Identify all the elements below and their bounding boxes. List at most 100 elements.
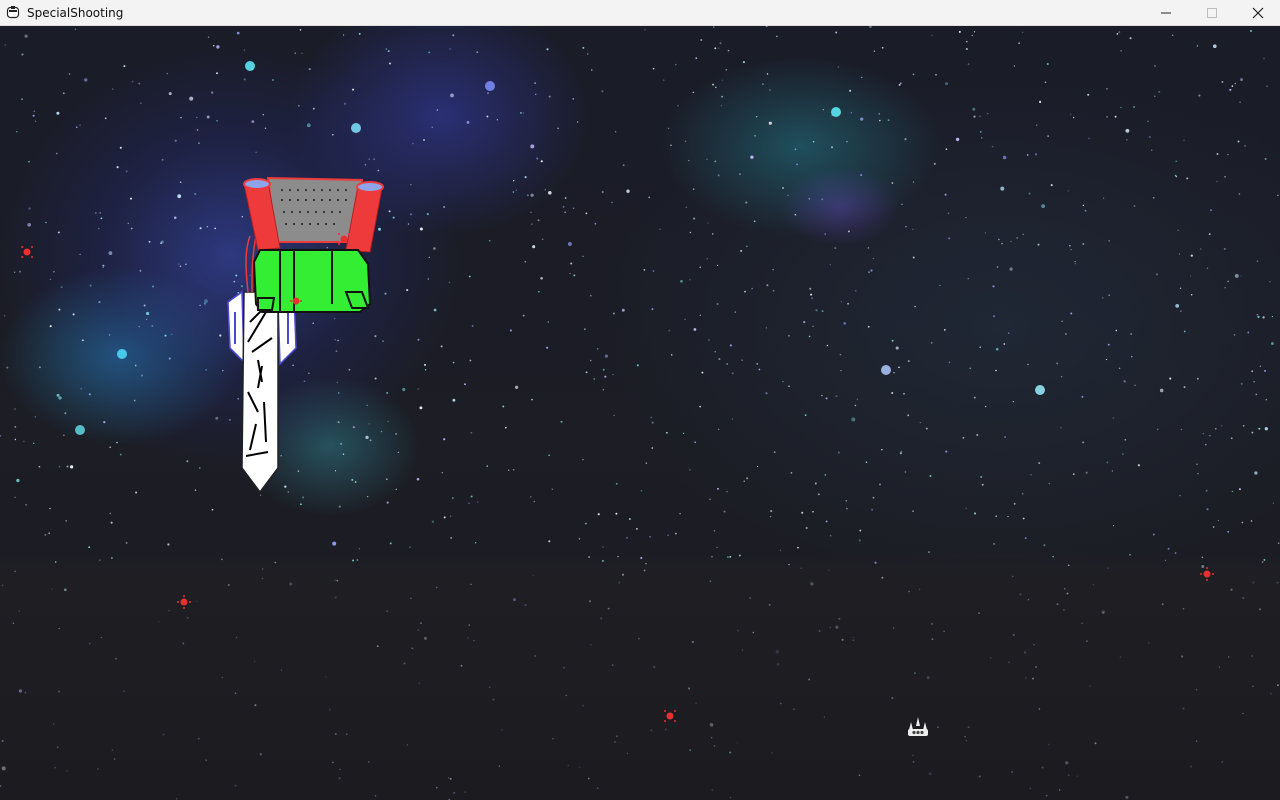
star: [731, 418, 733, 420]
star: [68, 73, 71, 75]
star: [887, 119, 890, 122]
star: [782, 380, 784, 383]
star: [1209, 435, 1211, 437]
star: [56, 393, 60, 397]
minimize-button[interactable]: [1143, 0, 1189, 26]
star: [221, 676, 224, 679]
star: [1112, 417, 1114, 419]
star: [810, 582, 814, 586]
star: [666, 431, 668, 434]
star: [1252, 685, 1254, 688]
star: [826, 344, 829, 347]
star: [6, 366, 9, 369]
star: [839, 353, 842, 356]
star: [821, 394, 823, 397]
star: [677, 104, 679, 107]
maximize-button[interactable]: [1189, 0, 1235, 26]
star: [467, 637, 469, 639]
star: [557, 127, 559, 130]
star: [847, 230, 850, 233]
star: [878, 113, 881, 115]
star: [89, 642, 91, 645]
app-icon: [6, 6, 20, 19]
star: [578, 766, 581, 769]
star: [280, 669, 283, 671]
star: [1195, 688, 1198, 691]
star: [588, 556, 590, 558]
star: [636, 528, 638, 530]
star: [301, 52, 303, 54]
star: [58, 396, 62, 400]
star: [127, 222, 129, 225]
star: [1152, 533, 1155, 536]
star: [306, 123, 311, 128]
star: [900, 450, 903, 453]
star: [1259, 365, 1261, 367]
star: [102, 264, 105, 267]
star: [745, 201, 748, 204]
star: [1227, 153, 1229, 156]
star: [1052, 555, 1054, 558]
star: [782, 187, 784, 189]
star: [194, 489, 197, 491]
close-button[interactable]: [1235, 0, 1280, 26]
star: [99, 212, 102, 214]
star: [49, 507, 51, 510]
star: [990, 657, 992, 659]
star: [14, 408, 16, 410]
star: [176, 798, 178, 800]
star: [1242, 712, 1244, 715]
star: [611, 664, 614, 666]
star: [980, 475, 983, 478]
star: [32, 442, 35, 445]
star: [948, 361, 951, 364]
star: [689, 749, 692, 752]
star: [1084, 209, 1087, 212]
star: [1082, 204, 1085, 207]
star: [174, 139, 177, 142]
star: [948, 237, 951, 240]
star: [713, 26, 715, 28]
star: [474, 542, 477, 544]
star: [981, 137, 983, 139]
star: [251, 120, 255, 123]
star: [1094, 742, 1097, 745]
star: [855, 290, 857, 292]
star: [1024, 537, 1027, 540]
star: [788, 334, 790, 337]
star: [524, 260, 527, 263]
game-canvas[interactable]: [0, 26, 1280, 800]
star: [1261, 561, 1264, 563]
star: [512, 468, 515, 471]
star: [945, 148, 948, 151]
star: [145, 318, 148, 320]
star: [723, 510, 726, 513]
star: [540, 276, 543, 280]
star: [688, 159, 690, 162]
star: [560, 420, 563, 423]
star: [931, 34, 933, 37]
star: [1061, 320, 1063, 322]
star: [524, 176, 527, 179]
star: [100, 636, 102, 639]
star: [587, 53, 589, 55]
star: [1264, 157, 1267, 160]
star: [1179, 253, 1181, 255]
star: [1050, 184, 1053, 187]
star: [74, 28, 77, 30]
star: [403, 662, 406, 665]
star: [447, 777, 450, 779]
star: [48, 532, 51, 535]
star: [4, 44, 6, 46]
star: [756, 363, 758, 365]
star: [148, 240, 151, 243]
star: [1038, 462, 1041, 465]
title-bar[interactable]: SpecialShooting: [0, 0, 1280, 26]
star: [659, 228, 661, 231]
star: [1234, 82, 1237, 85]
star: [840, 301, 843, 303]
star: [709, 498, 711, 501]
star: [736, 742, 739, 744]
star: [1159, 388, 1164, 393]
star: [1196, 45, 1199, 47]
